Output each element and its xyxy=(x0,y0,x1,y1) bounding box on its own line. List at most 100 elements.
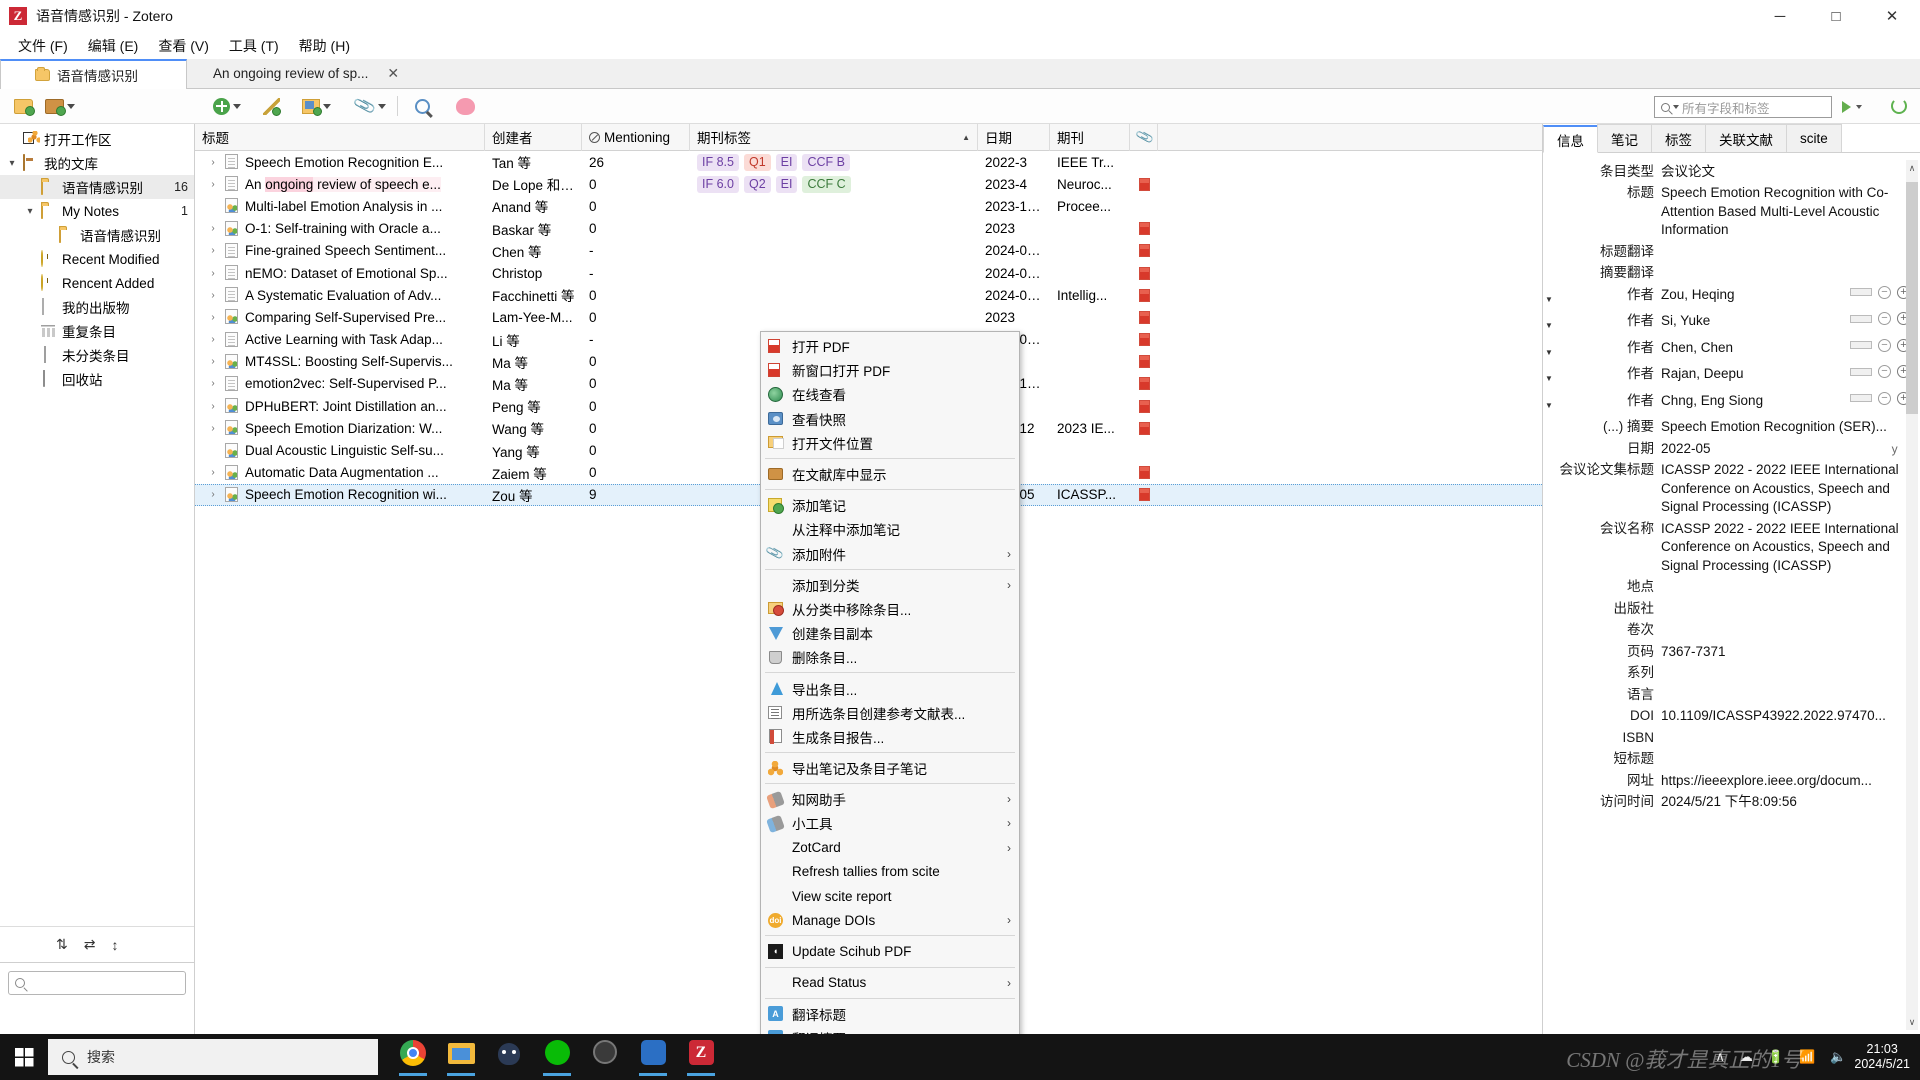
column-header-3[interactable]: 期刊标签▲ xyxy=(690,124,978,151)
table-row[interactable]: ›Fine-grained Speech Sentiment...Chen 等-… xyxy=(195,240,1542,262)
creator-switch-icon[interactable] xyxy=(1850,341,1872,349)
column-header-0[interactable]: 标题 xyxy=(195,124,485,151)
creator-switch-icon[interactable] xyxy=(1850,315,1872,323)
sidebar-item-8[interactable]: 重复条目 xyxy=(0,319,194,343)
chevron-icon[interactable]: ▾ xyxy=(6,158,18,169)
row-expand-icon[interactable]: › xyxy=(206,334,220,345)
remove-creator-icon[interactable]: − xyxy=(1878,286,1891,299)
add-attachment-button[interactable] xyxy=(296,89,337,124)
creator-twisty-icon[interactable]: ▼ xyxy=(1543,365,1555,389)
tab-reader[interactable]: An ongoing review of sp... ✕ xyxy=(187,59,415,88)
sidebar-item-0[interactable]: 打开工作区 xyxy=(0,127,194,151)
close-icon[interactable]: ✕ xyxy=(387,65,399,82)
creator-twisty-icon[interactable]: ▼ xyxy=(1543,339,1555,363)
sidebar-item-4[interactable]: 语音情感识别 xyxy=(0,223,194,247)
context-menu-item-8[interactable]: 添加笔记 xyxy=(761,493,1019,517)
sidebar-item-9[interactable]: 未分类条目 xyxy=(0,343,194,367)
taskbar-clock[interactable]: 21:03 2024/5/21 xyxy=(1854,1042,1920,1072)
column-header-1[interactable]: 创建者 xyxy=(485,124,582,151)
details-scrollbar[interactable]: ∧ ∨ xyxy=(1906,160,1918,1030)
sidebar-item-5[interactable]: Recent Modified xyxy=(0,247,194,271)
tag-search-input[interactable] xyxy=(8,971,186,995)
context-menu-item-14[interactable]: 创建条目副本 xyxy=(761,621,1019,645)
start-button[interactable] xyxy=(0,1034,48,1080)
details-tab-0[interactable]: 信息 xyxy=(1543,125,1598,153)
context-menu-item-4[interactable]: 打开文件位置 xyxy=(761,431,1019,455)
collapse-icon[interactable]: ⇄ xyxy=(84,936,96,953)
details-tab-4[interactable]: scite xyxy=(1786,124,1842,152)
taskbar-app5-icon[interactable] xyxy=(588,1037,622,1077)
field-value[interactable]: ICASSP 2022 - 2022 IEEE International Co… xyxy=(1661,461,1920,517)
details-tab-3[interactable]: 关联文献 xyxy=(1705,124,1787,152)
context-menu-item-32[interactable]: Read Status› xyxy=(761,971,1019,995)
row-expand-icon[interactable]: › xyxy=(206,356,220,367)
creator-twisty-icon[interactable]: ▼ xyxy=(1543,286,1555,310)
row-expand-icon[interactable]: › xyxy=(206,401,220,412)
table-row[interactable]: Multi-label Emotion Analysis in ...Anand… xyxy=(195,195,1542,217)
field-value[interactable]: 2022-05 xyxy=(1661,440,1892,459)
chevron-down-icon[interactable] xyxy=(323,104,331,109)
field-value[interactable]: Speech Emotion Recognition with Co-Atten… xyxy=(1661,184,1920,240)
row-expand-icon[interactable]: › xyxy=(206,423,220,434)
sync-icon[interactable] xyxy=(1891,98,1907,117)
field-value[interactable]: ICASSP 2022 - 2022 IEEE International Co… xyxy=(1661,520,1920,576)
tag-icon[interactable] xyxy=(450,89,481,124)
column-header-6[interactable]: 📎 xyxy=(1130,124,1158,151)
row-expand-icon[interactable]: › xyxy=(206,312,220,323)
field-value[interactable]: Chng, Eng Siong xyxy=(1661,392,1850,411)
context-menu-item-34[interactable]: A翻译标题 xyxy=(761,1002,1019,1026)
row-expand-icon[interactable]: › xyxy=(206,179,220,190)
menu-help[interactable]: 帮助 (H) xyxy=(289,33,360,59)
scroll-down-icon[interactable]: ∨ xyxy=(1906,1014,1918,1030)
volume-icon[interactable]: 🔈 xyxy=(1830,1049,1846,1065)
field-value[interactable]: 会议论文 xyxy=(1661,163,1920,182)
sidebar-item-7[interactable]: 我的出版物 xyxy=(0,295,194,319)
sidebar-item-10[interactable]: 回收站 xyxy=(0,367,194,391)
field-value[interactable]: Si, Yuke xyxy=(1661,312,1850,331)
row-expand-icon[interactable]: › xyxy=(206,467,220,478)
new-library-icon[interactable] xyxy=(39,89,81,124)
row-expand-icon[interactable]: › xyxy=(206,268,220,279)
context-menu-item-9[interactable]: 从注释中添加笔记 xyxy=(761,517,1019,541)
taskbar-chrome-icon[interactable] xyxy=(396,1037,430,1077)
context-menu-item-18[interactable]: 用所选条目创建参考文献表... xyxy=(761,701,1019,725)
context-menu-item-30[interactable]: ◖Update Scihub PDF xyxy=(761,939,1019,963)
paperclip-icon[interactable]: 📎 xyxy=(349,89,392,124)
minimize-button[interactable]: ─ xyxy=(1752,0,1808,32)
field-value[interactable]: 7367-7371 xyxy=(1661,643,1920,662)
context-menu-item-19[interactable]: 生成条目报告... xyxy=(761,725,1019,749)
field-value[interactable]: Rajan, Deepu xyxy=(1661,365,1850,384)
chevron-down-icon[interactable] xyxy=(378,104,386,109)
tab-library[interactable]: 语音情感识别 xyxy=(0,59,187,89)
details-tab-1[interactable]: 笔记 xyxy=(1597,124,1652,152)
context-menu-item-13[interactable]: 从分类中移除条目... xyxy=(761,597,1019,621)
creator-switch-icon[interactable] xyxy=(1850,288,1872,296)
creator-twisty-icon[interactable]: ▼ xyxy=(1543,312,1555,336)
field-value[interactable]: 10.1109/ICASSP43922.2022.97470... xyxy=(1661,707,1920,726)
row-expand-icon[interactable]: › xyxy=(206,489,220,500)
advanced-search-icon[interactable] xyxy=(409,89,436,124)
context-menu-item-17[interactable]: 导出条目... xyxy=(761,676,1019,700)
context-menu-item-23[interactable]: 知网助手› xyxy=(761,787,1019,811)
row-expand-icon[interactable]: › xyxy=(206,290,220,301)
taskbar-wechat-icon[interactable] xyxy=(540,1037,574,1077)
add-by-identifier-button[interactable] xyxy=(257,89,286,124)
context-menu-item-25[interactable]: ZotCard› xyxy=(761,836,1019,860)
row-expand-icon[interactable]: › xyxy=(206,157,220,168)
table-row[interactable]: ›O-1: Self-training with Oracle a...Bask… xyxy=(195,218,1542,240)
scroll-up-icon[interactable]: ∧ xyxy=(1906,160,1918,176)
sidebar-item-6[interactable]: Rencent Added xyxy=(0,271,194,295)
details-tab-2[interactable]: 标签 xyxy=(1651,124,1706,152)
remove-creator-icon[interactable]: − xyxy=(1878,312,1891,325)
context-menu-item-3[interactable]: 查看快照 xyxy=(761,407,1019,431)
menu-view[interactable]: 查看 (V) xyxy=(148,33,219,59)
context-menu-item-27[interactable]: View scite report xyxy=(761,884,1019,908)
chevron-down-icon[interactable] xyxy=(233,104,241,109)
new-collection-icon[interactable] xyxy=(8,89,39,124)
remove-creator-icon[interactable]: − xyxy=(1878,339,1891,352)
context-menu-item-24[interactable]: 小工具› xyxy=(761,811,1019,835)
sidebar-item-3[interactable]: ▾My Notes1 xyxy=(0,199,194,223)
field-value[interactable]: 2024/5/21 下午8:09:56 xyxy=(1661,793,1920,812)
creator-switch-icon[interactable] xyxy=(1850,368,1872,376)
search-input[interactable]: 所有字段和标签 xyxy=(1654,96,1832,118)
